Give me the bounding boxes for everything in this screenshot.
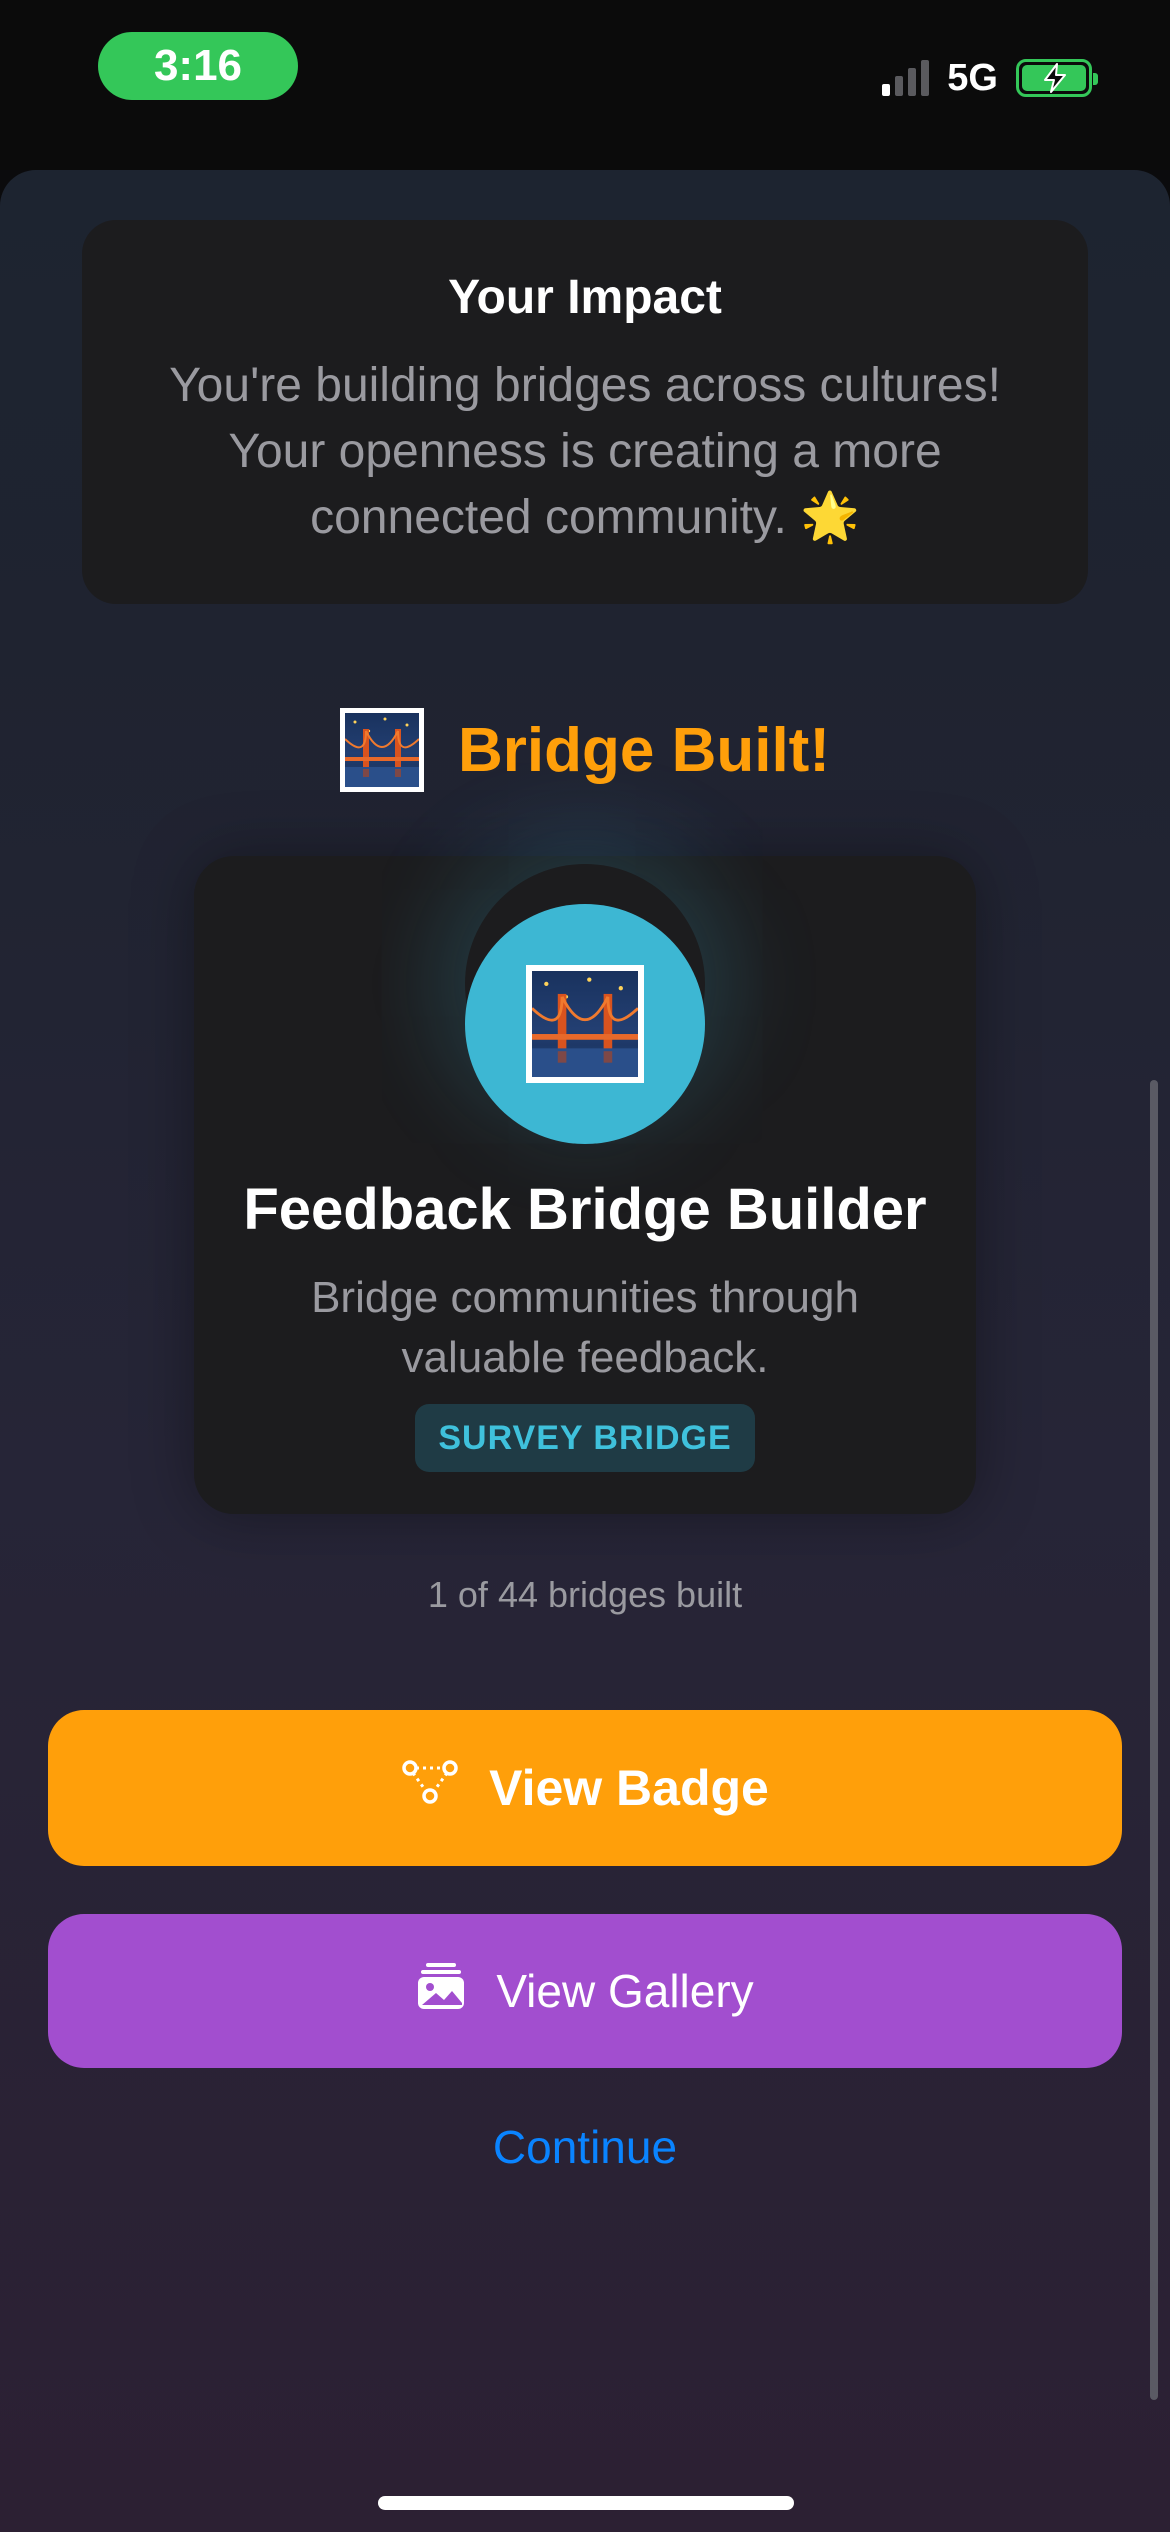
nodes-icon [401, 1759, 459, 1817]
badge-emblem [465, 904, 705, 1144]
badge-name: Feedback Bridge Builder [243, 1177, 927, 1242]
bridges-progress-text: 1 of 44 bridges built [427, 1574, 743, 1615]
bridge-at-night-icon [526, 965, 644, 1083]
gallery-icon [416, 1961, 466, 2022]
badge-card: Feedback Bridge Builder Bridge communiti… [194, 856, 976, 1514]
view-gallery-label: View Gallery [496, 1965, 754, 2017]
view-gallery-button[interactable]: View Gallery [48, 1914, 1122, 2068]
bridge-at-night-icon [340, 708, 424, 792]
achievement-sheet: Your Impact You're building bridges acro… [0, 170, 1170, 2532]
status-indicators: 5G [882, 50, 1098, 106]
badge-description: Bridge communities through valuable feed… [311, 1273, 859, 1382]
achievement-heading: Bridge Built! [0, 700, 1170, 800]
impact-text: You're building bridges across cultures!… [169, 359, 1001, 544]
home-indicator[interactable] [378, 2496, 794, 2510]
view-badge-button[interactable]: View Badge [48, 1710, 1122, 1866]
impact-title: Your Impact [448, 271, 722, 324]
view-badge-label: View Badge [489, 1760, 769, 1816]
achievement-title: Bridge Built! [458, 715, 830, 785]
network-type: 5G [947, 56, 998, 99]
badge-category-tag: SURVEY BRIDGE [415, 1404, 755, 1472]
status-bar: 3:16 5G [0, 0, 1170, 170]
cellular-signal-icon [882, 60, 930, 96]
impact-card: Your Impact You're building bridges acro… [82, 220, 1088, 604]
status-time[interactable]: 3:16 [98, 32, 298, 100]
continue-link[interactable]: Continue [0, 2120, 1170, 2174]
battery-charging-icon [1016, 59, 1098, 97]
scrollbar[interactable] [1150, 1080, 1158, 2400]
